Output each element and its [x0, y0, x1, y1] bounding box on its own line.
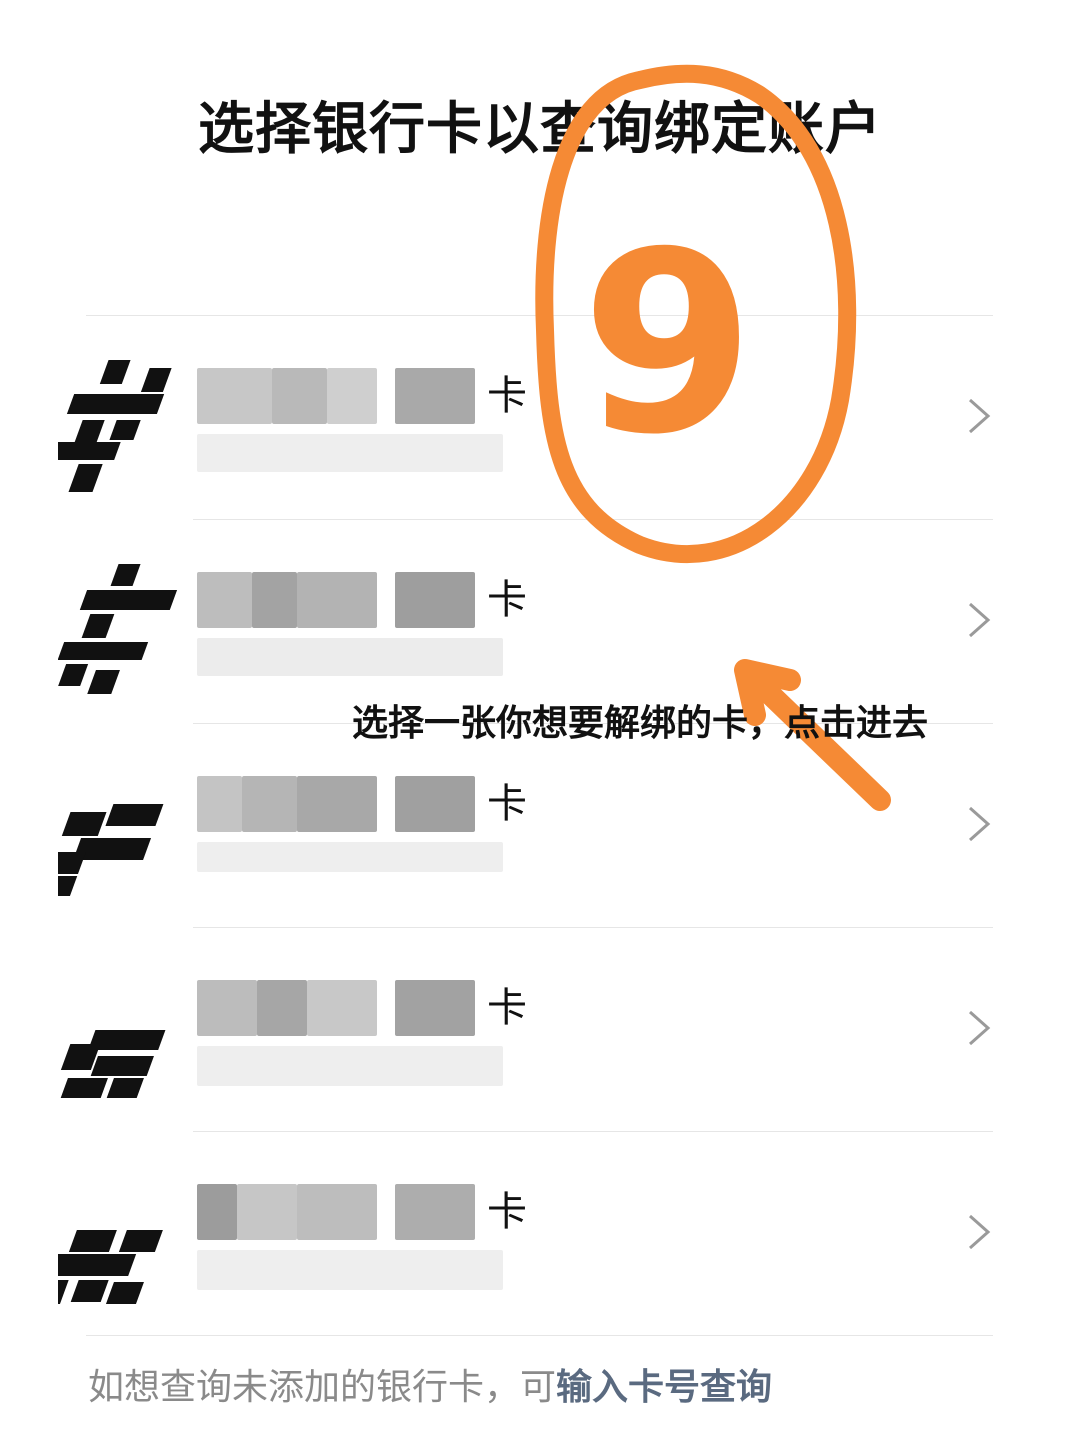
bank-logo-icon — [60, 1030, 166, 1098]
card-number-masked — [197, 1250, 503, 1292]
chevron-right-icon — [969, 398, 991, 434]
page-title: 选择银行卡以查询绑定账户 — [198, 97, 882, 162]
bank-card-row[interactable]: 卡 — [0, 928, 1080, 1132]
bank-name: 卡 — [197, 776, 537, 836]
card-type-label: 卡 — [487, 985, 527, 1031]
card-type-label: 卡 — [487, 577, 527, 623]
footer-hint: 如想查询未添加的银行卡，可输入卡号查询 — [88, 1358, 772, 1410]
bank-logo-icon — [58, 1230, 163, 1304]
bank-card-row[interactable]: 卡 — [0, 1132, 1080, 1336]
card-type-label: 卡 — [487, 373, 527, 419]
bank-name: 卡 — [197, 1184, 537, 1244]
footer-hint-text: 如想查询未添加的银行卡，可 — [88, 1367, 557, 1408]
annotation-instruction: 选择一张你想要解绑的卡，点击进去 — [351, 703, 928, 744]
card-number-masked — [197, 842, 503, 884]
bank-logo-icon — [58, 564, 178, 694]
divider — [86, 1335, 993, 1336]
enter-card-number-link[interactable]: 输入卡号查询 — [556, 1367, 772, 1408]
card-type-label: 卡 — [487, 781, 527, 827]
bank-name: 卡 — [197, 980, 537, 1040]
chevron-right-icon — [969, 1214, 991, 1250]
bank-logo-icon — [58, 360, 172, 492]
card-number-masked — [197, 638, 503, 680]
bank-card-row[interactable]: 卡 — [0, 316, 1080, 520]
card-number-masked — [197, 434, 503, 476]
chevron-right-icon — [969, 1010, 991, 1046]
card-type-label: 卡 — [487, 1189, 527, 1235]
bank-logo-icon — [58, 804, 164, 896]
chevron-right-icon — [969, 602, 991, 638]
bank-name: 卡 — [197, 368, 537, 428]
bank-card-row[interactable]: 卡 — [0, 724, 1080, 928]
bank-card-row[interactable]: 卡 — [0, 520, 1080, 724]
card-number-masked — [197, 1046, 503, 1088]
chevron-right-icon — [969, 806, 991, 842]
bank-name: 卡 — [197, 572, 537, 632]
